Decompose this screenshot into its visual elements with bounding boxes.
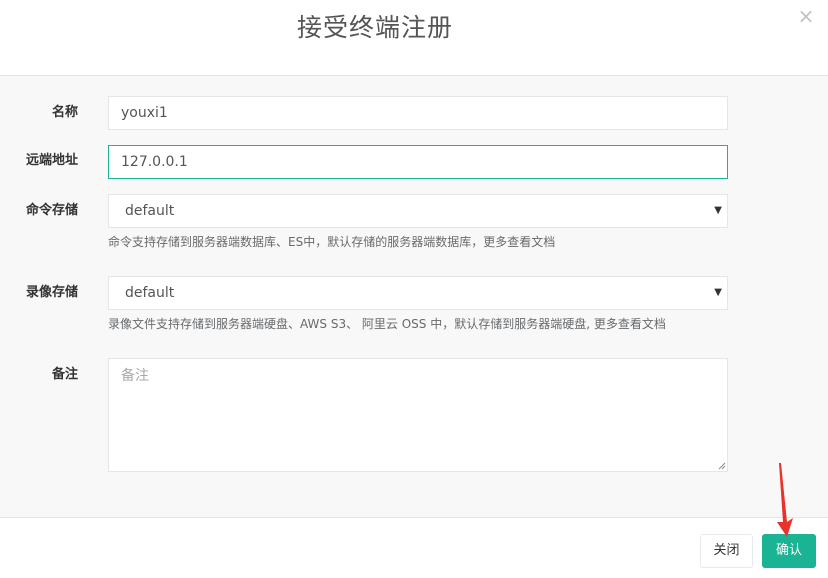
command-storage-select[interactable]: default ▼ — [108, 194, 728, 228]
chevron-down-icon: ▼ — [714, 205, 722, 216]
comment-placeholder: 备注 — [121, 368, 149, 384]
close-icon[interactable]: × — [796, 6, 816, 26]
command-storage-selected: default — [125, 203, 175, 219]
replay-storage-selected: default — [125, 285, 175, 301]
command-storage-help: 命令支持存储到服务器端数据库、ES中，默认存储的服务器端数据库，更多查看文档 — [108, 235, 556, 249]
remote-address-input[interactable]: 127.0.0.1 — [108, 145, 728, 179]
dialog-header: 接受终端注册 × — [0, 0, 828, 76]
remote-address-label: 远端地址 — [25, 153, 78, 168]
dialog-footer: 关闭 确认 — [0, 517, 828, 578]
comment-label: 备注 — [51, 367, 78, 382]
confirm-button[interactable]: 确认 — [762, 534, 816, 568]
comment-textarea[interactable]: 备注 — [108, 358, 728, 472]
remote-address-input-value: 127.0.0.1 — [121, 154, 188, 170]
command-storage-label: 命令存储 — [25, 203, 78, 218]
name-label: 名称 — [51, 105, 78, 120]
close-button[interactable]: 关闭 — [700, 534, 753, 568]
dialog-title: 接受终端注册 — [296, 13, 453, 42]
resize-grip-icon[interactable] — [718, 462, 726, 470]
replay-storage-label: 录像存储 — [25, 285, 78, 300]
name-input-value: youxi1 — [121, 105, 168, 121]
register-terminal-dialog: 接受终端注册 × 名称 youxi1 远端地址 127.0.0.1 命令存储 d… — [0, 0, 828, 578]
name-input[interactable]: youxi1 — [108, 96, 728, 130]
replay-storage-help: 录像文件支持存储到服务器端硬盘、AWS S3、 阿里云 OSS 中，默认存储到服… — [108, 317, 666, 331]
replay-storage-select[interactable]: default ▼ — [108, 276, 728, 310]
chevron-down-icon: ▼ — [714, 287, 722, 298]
dialog-body: 名称 youxi1 远端地址 127.0.0.1 命令存储 default ▼ … — [0, 76, 828, 517]
